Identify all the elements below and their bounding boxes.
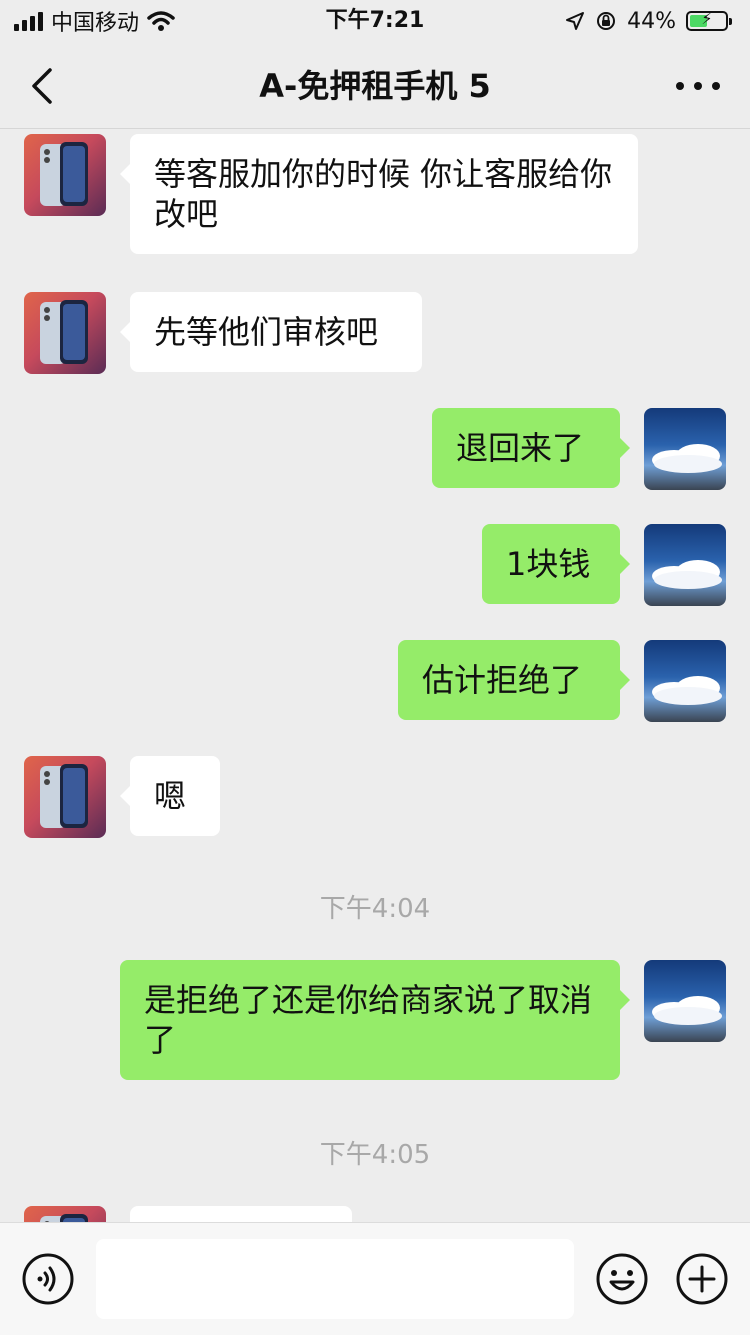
cloud-avatar-icon [652,676,722,705]
message-bubble[interactable]: 先等他们审核吧 [120,292,422,372]
avatar[interactable] [24,292,106,374]
message-bubble[interactable]: 退回来了 [432,408,630,488]
avatar[interactable] [24,1206,106,1222]
avatar[interactable] [644,640,726,722]
more-icon[interactable] [676,74,720,98]
cloud-avatar-icon [652,996,722,1025]
phone-avatar-icon [40,142,88,206]
status-right: 44% ⚡ [565,6,732,36]
message-input[interactable] [96,1239,574,1319]
voice-icon[interactable] [21,1252,75,1306]
plus-icon[interactable] [675,1252,729,1306]
message-bubble[interactable]: 是拒绝了还是你给商家说了取消了 [120,960,630,1080]
phone-avatar-icon [40,300,88,364]
message-bubble[interactable]: 嗯 [120,756,220,836]
chat-area[interactable]: 等客服加你的时候 你让客服给你改吧 先等他们审核吧 退回来了 1块钱 估计拒绝了 [0,128,750,1222]
cloud-avatar-icon [652,444,722,473]
cloud-avatar-icon [652,560,722,589]
avatar[interactable] [24,756,106,838]
battery-percent: 44% [627,8,676,34]
phone-avatar-icon [40,764,88,828]
message-bubble[interactable]: 估计拒绝了 [398,640,630,720]
avatar[interactable] [644,960,726,1042]
message-bubble[interactable] [130,1206,352,1222]
phone-avatar-icon [40,1214,88,1222]
back-icon[interactable] [22,64,66,108]
avatar[interactable] [644,408,726,490]
timestamp: 下午4:05 [319,1140,431,1170]
emoji-icon[interactable] [595,1252,649,1306]
avatar[interactable] [24,134,106,216]
chat-title: A-免押租手机 5 [259,67,491,105]
rotation-lock-icon [597,12,616,30]
avatar[interactable] [644,524,726,606]
input-bar [0,1222,750,1335]
battery-charging-icon: ⚡ [686,9,732,31]
message-bubble[interactable]: 等客服加你的时候 你让客服给你改吧 [120,134,638,254]
message-bubble[interactable]: 1块钱 [482,524,630,604]
timestamp: 下午4:04 [319,894,431,924]
nav-bar: A-免押租手机 5 [0,44,750,129]
status-bar: 中国移动 下午7:21 44% ⚡ [0,0,750,44]
location-icon [566,12,585,30]
